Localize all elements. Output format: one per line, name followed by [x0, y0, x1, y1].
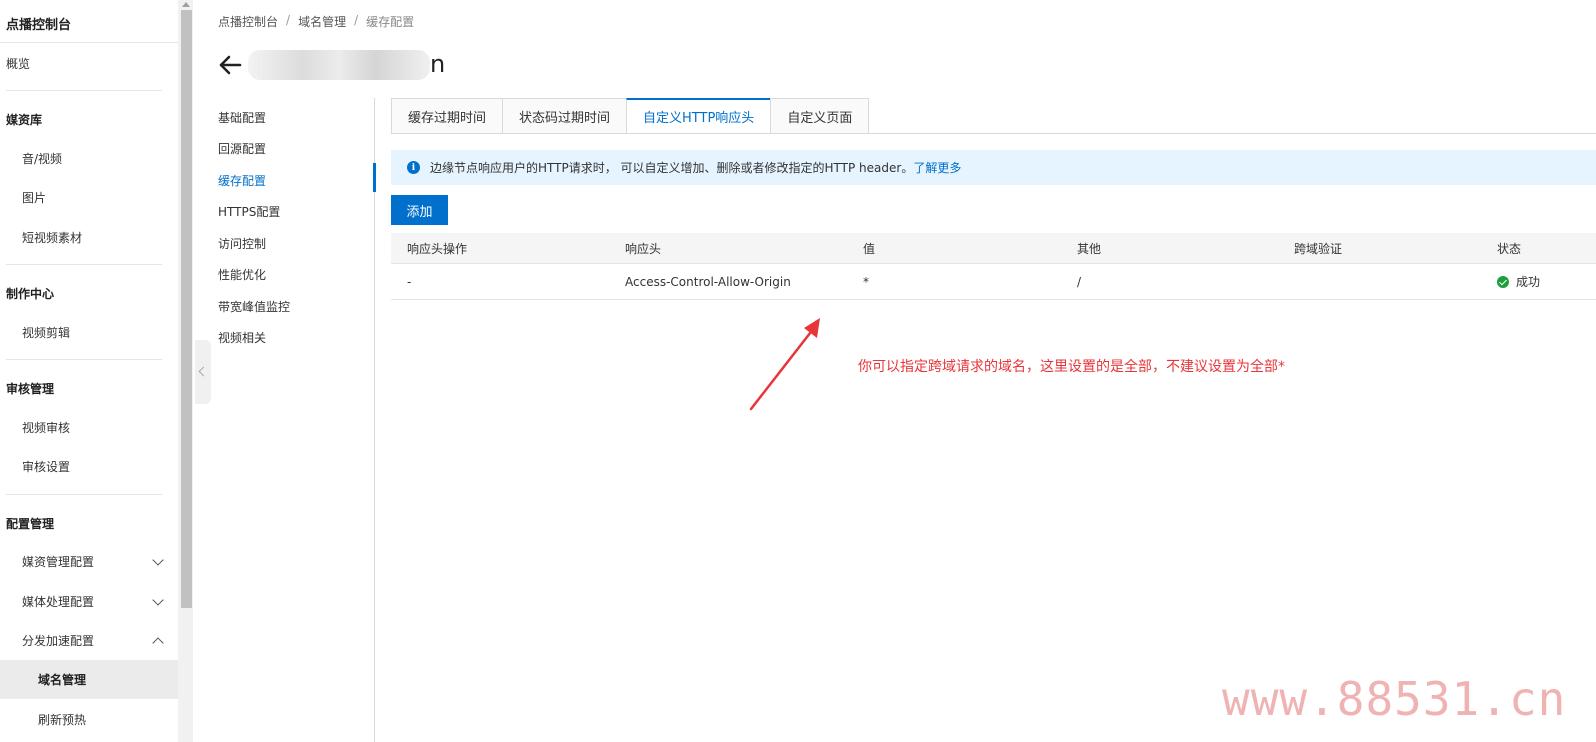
breadcrumb-current: 缓存配置	[366, 15, 415, 29]
sidebar-item-audio-video[interactable]: 音/视频	[0, 139, 178, 178]
breadcrumb-link-console[interactable]: 点播控制台	[218, 13, 278, 30]
cell-operation: -	[407, 274, 412, 289]
tab-status-code-expiry[interactable]: 状态码过期时间	[502, 98, 627, 134]
page-title: n	[430, 50, 446, 78]
chevron-down-icon	[152, 594, 164, 606]
sidebar-item-overview[interactable]: 概览	[0, 44, 178, 83]
cell-value: *	[863, 274, 869, 289]
back-arrow-icon[interactable]	[216, 51, 244, 79]
divider	[6, 494, 162, 495]
subnav-item-origin[interactable]: 回源配置	[218, 140, 368, 157]
info-icon: i	[407, 161, 420, 174]
cell-status: 成功	[1497, 264, 1540, 299]
sidebar-item-video-review[interactable]: 视频审核	[0, 408, 178, 447]
sidebar-item-distribution-config[interactable]: 分发加速配置	[0, 621, 178, 660]
sidebar-item-label: 媒资管理配置	[22, 555, 95, 569]
table-header: 响应头操作 响应头 值 其他 跨域验证 状态	[391, 233, 1596, 264]
watermark: www.88531.cn	[1222, 672, 1567, 726]
breadcrumb-separator: /	[354, 13, 359, 27]
annotation-arrow-icon	[749, 318, 820, 411]
column-header: 响应头操作	[407, 241, 468, 256]
info-banner: i 边缘节点响应用户的HTTP请求时， 可以自定义增加、删除或者修改指定的HTT…	[391, 150, 1596, 185]
response-header-table: 响应头操作 响应头 值 其他 跨域验证 状态 - Access-Control-…	[391, 233, 1596, 300]
scrollbar-thumb[interactable]	[181, 10, 192, 608]
breadcrumb-separator: /	[286, 13, 291, 27]
sidebar-item-video-edit[interactable]: 视频剪辑	[0, 313, 178, 352]
sidebar: 点播控制台 概览 媒资库 音/视频 图片 短视频素材 制作中心 视频剪辑 审核管…	[0, 0, 178, 742]
app-window: 点播控制台 概览 媒资库 音/视频 图片 短视频素材 制作中心 视频剪辑 审核管…	[0, 0, 1596, 742]
tab-cache-expiry[interactable]: 缓存过期时间	[391, 98, 503, 134]
subnav-item-performance[interactable]: 性能优化	[218, 266, 368, 283]
tab-custom-pages[interactable]: 自定义页面	[770, 98, 870, 134]
column-header: 其他	[1077, 241, 1102, 256]
subnav-item-bandwidth[interactable]: 带宽峰值监控	[218, 298, 368, 315]
breadcrumb-link-domain-mgmt[interactable]: 域名管理	[298, 13, 346, 30]
chevron-left-icon	[198, 366, 209, 377]
divider	[6, 264, 162, 265]
sidebar-item-refresh-preload[interactable]: 刷新预热	[0, 700, 178, 739]
column-header: 跨域验证	[1294, 241, 1343, 256]
column-header: 状态	[1497, 241, 1522, 256]
sidebar-item-label: 媒体处理配置	[22, 595, 95, 609]
subnav-item-cache[interactable]: 缓存配置	[218, 172, 368, 189]
success-check-icon	[1497, 275, 1509, 288]
subnav-item-basic[interactable]: 基础配置	[218, 109, 368, 126]
sidebar-item-label: 分发加速配置	[22, 634, 95, 648]
sidebar-item-images[interactable]: 图片	[0, 178, 178, 217]
info-text: 边缘节点响应用户的HTTP请求时， 可以自定义增加、删除或者修改指定的HTTP …	[430, 161, 914, 175]
sidebar-item-short-video[interactable]: 短视频素材	[0, 218, 178, 257]
sidebar-item-review-settings[interactable]: 审核设置	[0, 447, 178, 486]
cell-header-name: Access-Control-Allow-Origin	[625, 274, 791, 289]
subnav-item-video[interactable]: 视频相关	[218, 329, 368, 346]
sidebar-group-media: 媒资库	[6, 113, 43, 127]
subnav-item-access-control[interactable]: 访问控制	[218, 235, 368, 252]
divider	[6, 90, 162, 91]
add-button[interactable]: 添加	[391, 195, 448, 225]
scroll-up-arrow-icon[interactable]	[182, 2, 190, 7]
table-row: - Access-Control-Allow-Origin * / 成功	[391, 264, 1596, 300]
chevron-down-icon	[152, 554, 164, 566]
divider	[374, 98, 375, 742]
chevron-up-icon	[152, 637, 164, 649]
breadcrumb: 点播控制台 / 域名管理 / 缓存配置	[218, 13, 414, 30]
sidebar-item-media-mgmt-config[interactable]: 媒资管理配置	[0, 542, 178, 581]
status-text: 成功	[1516, 275, 1541, 289]
sidebar-item-media-proc-config[interactable]: 媒体处理配置	[0, 582, 178, 621]
learn-more-link[interactable]: 了解更多	[913, 159, 961, 176]
sidebar-title: 点播控制台	[6, 18, 72, 33]
subnav-active-indicator	[373, 163, 376, 192]
column-header: 值	[863, 241, 876, 256]
sidebar-group-production: 制作中心	[6, 287, 55, 301]
domain-name-redacted	[248, 50, 430, 80]
divider	[0, 42, 178, 43]
divider	[6, 359, 162, 360]
column-header: 响应头	[625, 241, 662, 256]
sidebar-item-domain-mgmt[interactable]: 域名管理	[0, 660, 178, 699]
sidebar-group-review: 审核管理	[6, 382, 55, 396]
subnav-item-https[interactable]: HTTPS配置	[218, 203, 368, 220]
tab-custom-http-headers[interactable]: 自定义HTTP响应头	[626, 98, 771, 134]
sidebar-collapse-handle[interactable]	[195, 340, 211, 404]
annotation-text: 你可以指定跨域请求的域名，这里设置的是全部，不建议设置为全部*	[858, 359, 1285, 375]
cell-other: /	[1077, 274, 1082, 289]
divider	[391, 133, 1596, 134]
sidebar-group-config: 配置管理	[6, 517, 55, 531]
tab-bar: 缓存过期时间 状态码过期时间 自定义HTTP响应头 自定义页面	[391, 98, 870, 134]
